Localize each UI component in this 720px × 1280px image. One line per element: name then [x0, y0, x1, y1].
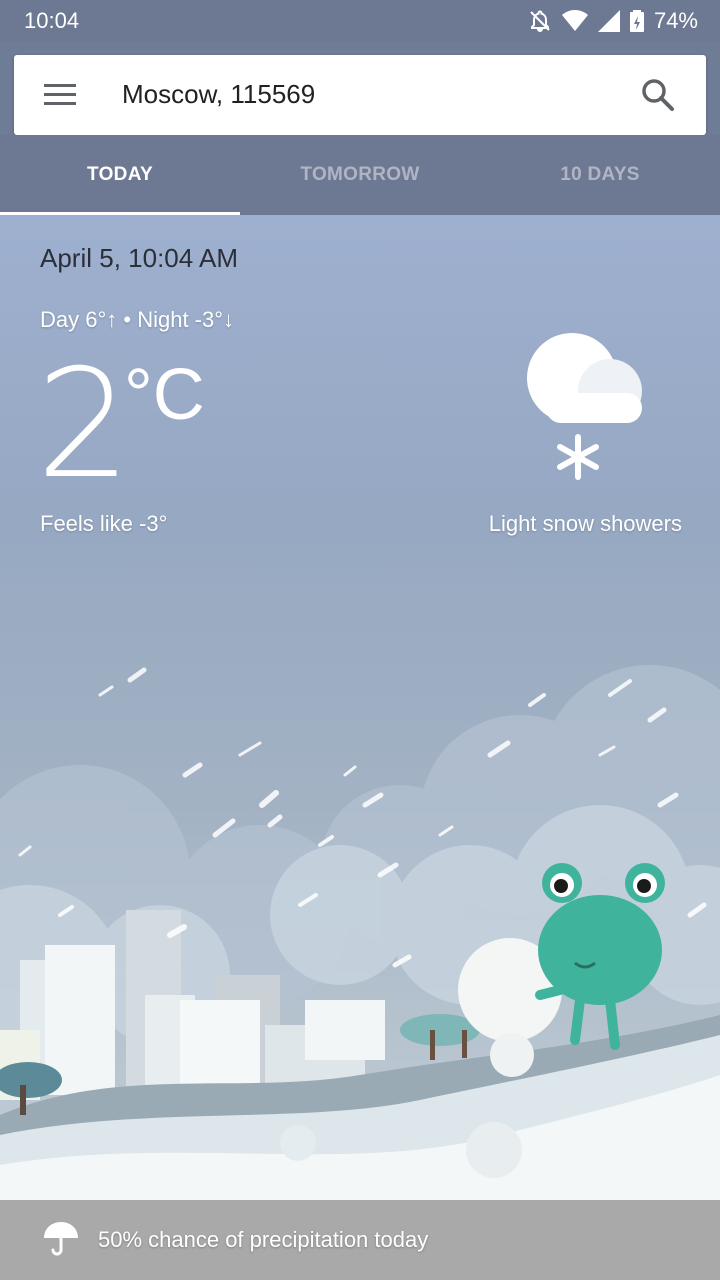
menu-icon[interactable]	[44, 82, 76, 108]
wifi-icon	[561, 10, 588, 32]
location-text[interactable]: Moscow, 115569	[122, 79, 315, 110]
current-temperature: 2	[36, 338, 132, 512]
status-bar: 10:04 74%	[0, 0, 720, 42]
battery-percent: 74%	[653, 8, 698, 33]
precipitation-bar[interactable]: 50% chance of precipitation today	[0, 1200, 720, 1280]
status-time: 10:04	[24, 8, 80, 33]
umbrella-icon	[44, 1222, 78, 1256]
temperature-unit: °C	[124, 355, 205, 435]
current-datetime: April 5, 10:04 AM	[40, 243, 238, 273]
forecast-tabs: TODAY TOMORROW 10 DAYS	[0, 135, 720, 215]
signal-icon	[597, 10, 620, 32]
day-night-temps: Day 6°↑ • Night -3°↓	[40, 307, 235, 332]
tab-tomorrow[interactable]: TOMORROW	[240, 135, 480, 215]
condition-text: Light snow showers	[488, 511, 682, 536]
bell-off-icon	[528, 9, 552, 33]
feels-like: Feels like -3°	[40, 511, 168, 536]
tab-today[interactable]: TODAY	[0, 135, 240, 215]
snow-cloud-icon	[527, 333, 642, 480]
weather-panel: April 5, 10:04 AM Day 6°↑ • Night -3°↓ 2…	[0, 215, 720, 1200]
battery-icon	[629, 10, 644, 32]
search-icon[interactable]	[640, 77, 676, 113]
status-icons: 74%	[528, 8, 698, 34]
precipitation-text: 50% chance of precipitation today	[98, 1227, 429, 1252]
location-search-bar[interactable]: Moscow, 115569	[14, 55, 706, 135]
tab-10-days[interactable]: 10 DAYS	[480, 135, 720, 215]
